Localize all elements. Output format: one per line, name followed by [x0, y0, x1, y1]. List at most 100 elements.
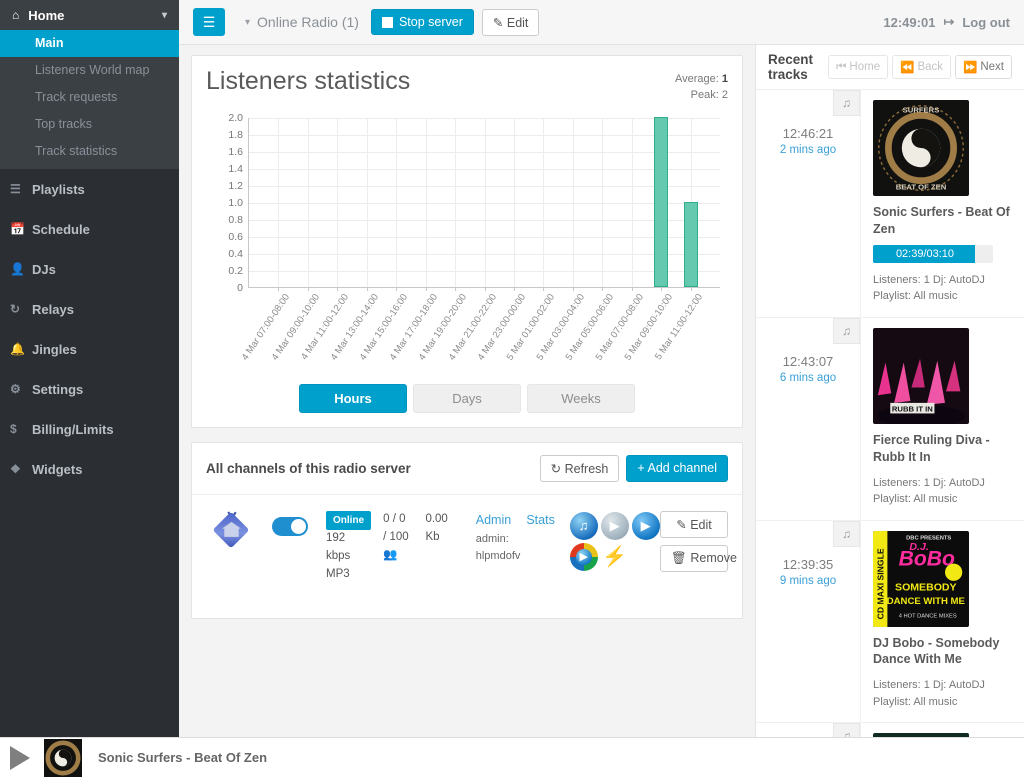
music-note-icon: ♫	[833, 317, 860, 344]
stop-server-label: Stop server	[398, 15, 463, 29]
y-axis-tick: 1.8	[228, 128, 243, 141]
x-axis-tick	[543, 286, 545, 291]
recent-tracks-home-button[interactable]: ⏮ Home	[828, 55, 889, 79]
status-badge: Online	[326, 510, 372, 531]
sidebar-item-track-requests[interactable]: Track requests	[0, 84, 179, 111]
y-axis-tick: 0.2	[228, 264, 243, 277]
sidebar-item-jingles[interactable]: 🔔 Jingles	[0, 329, 179, 369]
recent-tracks-nav: ⏮ Home ⏪ Back ⏩ Next	[828, 55, 1012, 79]
sidebar-item-widgets[interactable]: ❖ Widgets	[0, 449, 179, 489]
channel-stats-col: Stats	[526, 511, 569, 531]
range-button-days[interactable]: Days	[413, 383, 521, 413]
sidebar-label-djs: DJs	[32, 261, 56, 277]
widget-icon: ❖	[10, 462, 21, 476]
caret-down-icon[interactable]: ▾	[245, 17, 250, 28]
sidebar-item-main[interactable]: Main	[0, 30, 179, 57]
sidebar: ⌂ Home ▾ Main Listeners World map Track …	[0, 0, 179, 737]
track-time-col: ♫ 12:46:21 2 mins ago	[756, 90, 861, 317]
range-button-weeks[interactable]: Weeks	[527, 383, 635, 413]
fierce-ruling-diva-rubb-it-in-cover: RUBB IT IN	[873, 327, 969, 424]
chart-bar[interactable]	[654, 116, 669, 287]
gridline-vertical	[425, 117, 427, 287]
chart-peak-value: 2	[721, 88, 728, 101]
track-info-col: SURFERS BEAT OF ZEN Sonic Surfers - Beat…	[861, 90, 1024, 317]
windows-media-player-icon[interactable]: ▶	[600, 511, 629, 540]
remove-channel-button[interactable]: 🗑 Remove	[660, 544, 737, 572]
add-channel-button[interactable]: + Add channel	[626, 454, 728, 482]
y-axis-tick: 1.0	[228, 196, 243, 209]
track-name: DJ Bobo - Somebody Dance With Me	[873, 635, 1000, 667]
list-item[interactable]: ♫ 12:43:07 6 mins ago RUBB IT IN Fierce …	[756, 317, 1024, 521]
x-axis-tick	[572, 286, 574, 291]
chevron-down-icon: ▾	[161, 9, 167, 21]
channels-header: All channels of this radio server ↻ Refr…	[192, 443, 742, 495]
x-axis-tick	[396, 286, 398, 291]
sign-out-icon[interactable]: ↦	[943, 14, 954, 30]
web-player-glyph: ▶	[640, 517, 651, 533]
x-axis-tick	[484, 286, 486, 291]
list-item[interactable]: ♫ 12:39:35 9 mins ago CD MAXI SINGLE DBC…	[756, 520, 1024, 724]
x-axis-tick	[661, 286, 663, 291]
winamp-icon[interactable]: ⚡	[601, 543, 629, 571]
sidebar-item-settings[interactable]: ⚙ Settings	[0, 369, 179, 409]
svg-text:RUBB IT IN: RUBB IT IN	[892, 404, 933, 413]
sidebar-item-relays[interactable]: ↻ Relays	[0, 289, 179, 329]
stop-server-button[interactable]: Stop server	[370, 9, 474, 35]
track-listeners: Listeners: 1 Dj: AutoDJ	[873, 476, 985, 489]
sidebar-item-top-tracks[interactable]: Top tracks	[0, 111, 179, 138]
sidebar-home[interactable]: ⌂ Home ▾	[0, 0, 179, 30]
sidebar-item-billing-limits[interactable]: $ Billing/Limits	[0, 409, 179, 449]
svg-text:BEAT OF ZEN: BEAT OF ZEN	[896, 182, 947, 191]
y-axis-labels: 0 0.2 0.4 0.6 0.8 1.0 1.2 1.4 1.6 1.8 2.0	[206, 110, 246, 294]
channel-listeners-count: 0 / 0	[383, 512, 406, 525]
recent-tracks-next-label: Next	[980, 61, 1004, 73]
sidebar-submenu: Main Listeners World map Track requests …	[0, 30, 179, 169]
sonic-surfers-beat-of-zen-cover: SURFERS BEAT OF ZEN	[873, 100, 969, 196]
list-item[interactable]: ♫ 12:36:00 13 mins ago The KLF	[756, 723, 1024, 737]
chart-peak-label: Peak:	[690, 88, 719, 101]
track-meta: Listeners: 1 Dj: AutoDJ Playlist: All mu…	[873, 475, 1012, 508]
chart-summary: Average: 1 Peak: 2	[675, 68, 728, 104]
track-info-col: CD MAXI SINGLE DBC PRESENTS BoBo D.J. SO…	[861, 521, 1024, 723]
edit-channel-button[interactable]: ✎ Edit	[660, 510, 728, 538]
real-player-icon[interactable]: ▶	[569, 542, 598, 571]
channel-admin-col: Admin admin: hlpmdofv	[476, 511, 527, 565]
track-listeners: Listeners: 1 Dj: AutoDJ	[873, 679, 985, 692]
sidebar-item-djs[interactable]: 👤 DJs	[0, 249, 179, 289]
chart-average-label: Average:	[674, 73, 719, 85]
sidebar-item-playlists[interactable]: ☰ Playlists	[0, 169, 179, 209]
recent-tracks-title: Recent tracks	[768, 52, 814, 82]
track-cover: SURFERS BEAT OF ZEN	[873, 100, 969, 196]
itunes-icon[interactable]: ♫	[569, 511, 598, 540]
page-title: Listeners statistics	[206, 67, 411, 95]
recent-tracks-panel: Recent tracks ⏮ Home ⏪ Back ⏩ Next ♫ 12:…	[755, 45, 1024, 737]
y-axis-tick: 1.4	[228, 162, 243, 175]
toggle-knob	[291, 518, 306, 534]
web-player-icon[interactable]: ▶	[631, 511, 660, 540]
track-progress-text: 02:39/03:10	[895, 247, 955, 260]
recent-tracks-back-button[interactable]: ⏪ Back	[892, 55, 952, 79]
chart-bar[interactable]	[683, 201, 698, 287]
logout-link[interactable]: Log out	[962, 15, 1010, 30]
sidebar-item-listeners-world-map[interactable]: Listeners World map	[0, 57, 179, 84]
list-item[interactable]: ♫ 12:46:21 2 mins ago SURFERS BEAT OF ZE…	[756, 90, 1024, 318]
play-button[interactable]	[0, 738, 40, 777]
gridline-vertical	[337, 117, 339, 287]
edit-icon: ✎	[492, 15, 504, 30]
channel-admin-link[interactable]: Admin	[476, 513, 511, 527]
channel-status-col: Online 192 kbps MP3	[326, 510, 372, 584]
recent-tracks-next-button[interactable]: ⏩ Next	[955, 55, 1012, 79]
channel-stats-link[interactable]: Stats	[526, 513, 555, 527]
menu-toggle-button[interactable]: ☰	[193, 8, 225, 36]
sidebar-item-schedule[interactable]: 📅 Schedule	[0, 209, 179, 249]
channel-power-toggle[interactable]	[272, 516, 308, 536]
svg-text:SOMEBODY: SOMEBODY	[895, 581, 957, 593]
track-time-col: ♫ 12:43:07 6 mins ago	[756, 317, 861, 520]
refresh-channels-button[interactable]: ↻ Refresh	[539, 454, 620, 482]
range-button-hours[interactable]: Hours	[299, 383, 407, 413]
channel-player-links: ♫ ▶ ▶ ▶ ⚡	[569, 511, 660, 571]
x-axis-labels: 4 Mar 07:00-08:00 4 Mar 09:00-10:00 4 Mar …	[240, 292, 720, 376]
sidebar-item-track-statistics[interactable]: Track statistics	[0, 138, 179, 165]
edit-server-button[interactable]: ✎ Edit	[481, 8, 540, 36]
svg-text:D.J.: D.J.	[909, 541, 928, 553]
